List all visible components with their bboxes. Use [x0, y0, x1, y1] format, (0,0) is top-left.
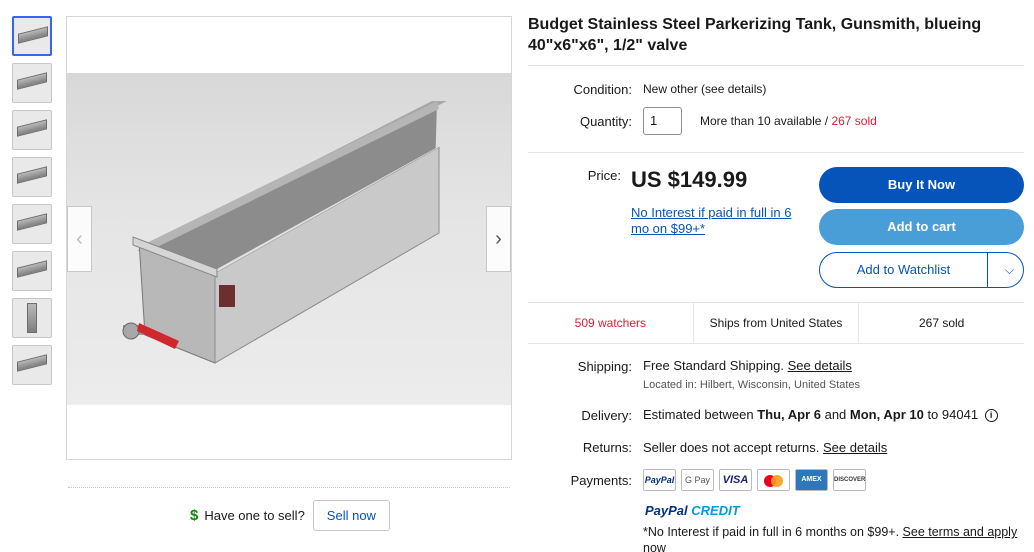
shipping-label: Shipping: [577, 359, 632, 374]
paypal-credit-word-1: PayPal [645, 503, 688, 518]
stainless-tank-image [122, 101, 447, 364]
info-icon[interactable]: i [984, 409, 998, 422]
amex-icon: AMEX [795, 469, 828, 491]
delivery-zip: to 94041 [923, 407, 979, 422]
discover-icon: DISCOVER [833, 469, 866, 491]
returns-label: Returns: [582, 440, 632, 455]
condition-label: Condition: [573, 82, 632, 97]
next-image-button[interactable]: › [486, 206, 511, 272]
sell-section: $ Have one to sell? Sell now [190, 500, 390, 531]
divider [68, 487, 510, 488]
condition-value: New other (see details) [643, 82, 767, 96]
thumbnail-5[interactable] [12, 204, 52, 244]
quantity-input[interactable]: 1 [643, 107, 682, 135]
thumbnail-3[interactable] [12, 110, 52, 150]
thumbnail-4[interactable] [12, 157, 52, 197]
availability-separator: / [821, 114, 832, 128]
paypal-credit-terms: *No Interest if paid in full in 6 months… [643, 524, 1028, 552]
listing-title: Budget Stainless Steel Parkerizing Tank,… [528, 16, 982, 54]
visa-icon: VISA [719, 469, 752, 491]
sold-count: 267 sold [831, 114, 877, 128]
divider [987, 253, 988, 287]
listing-stats: 509 watchers Ships from United States 26… [528, 302, 1024, 344]
product-photo[interactable] [67, 73, 511, 405]
delivery-start: Thu, Apr 6 [757, 407, 821, 422]
watchlist-label: Add to Watchlist [856, 262, 951, 277]
payments-label: Payments: [570, 473, 632, 488]
divider [528, 152, 1024, 153]
payment-methods: PayPal G Pay VISA AMEX DISCOVER [643, 469, 866, 491]
availability-text: More than 10 available / 267 sold [700, 114, 877, 128]
thumbnail-6[interactable] [12, 251, 52, 291]
delivery-prefix: Estimated between [643, 407, 758, 422]
returns-text: Seller does not accept returns. [643, 440, 820, 455]
watchers-count: 509 watchers [528, 303, 694, 343]
delivery-middle: and [820, 407, 850, 422]
sell-prompt: Have one to sell? [204, 508, 305, 523]
shipping-value: Free Standard Shipping. See details [643, 358, 852, 373]
chevron-right-icon: › [495, 228, 502, 250]
quantity-label: Quantity: [579, 114, 632, 129]
price-value: US $149.99 [631, 167, 748, 192]
returns-details-link[interactable]: See details [823, 440, 887, 455]
buy-it-now-button[interactable]: Buy It Now [819, 167, 1024, 203]
paypal-credit-word-2: CREDIT [691, 503, 740, 518]
sold-stat: 267 sold [918, 316, 965, 330]
shipping-text: Free Standard Shipping. [643, 358, 784, 373]
ships-from: Ships from United States [694, 303, 860, 343]
thumbnail-8[interactable] [12, 345, 52, 385]
thumbnail-strip [12, 16, 52, 392]
main-image-frame: ‹ › [66, 16, 512, 460]
previous-image-button[interactable]: ‹ [67, 206, 92, 272]
delivery-end: Mon, Apr 10 [849, 407, 924, 422]
thumbnail-1[interactable] [12, 16, 52, 56]
terms-text: *No Interest if paid in full in 6 months… [643, 525, 900, 539]
delivery-label: Delivery: [581, 408, 632, 423]
paypal-credit-logo: PayPal CREDIT [645, 503, 740, 518]
sell-now-button[interactable]: Sell now [312, 500, 390, 531]
returns-value: Seller does not accept returns. See deta… [643, 440, 887, 455]
google-pay-icon: G Pay [681, 469, 714, 491]
availability: More than 10 available [700, 114, 822, 128]
shipping-details-link[interactable]: See details [788, 358, 852, 373]
paypal-icon: PayPal [643, 469, 676, 491]
chevron-down-icon[interactable]: ⌵ [1005, 253, 1014, 287]
thumbnail-7[interactable] [12, 298, 52, 338]
item-location: Located in: Hilbert, Wisconsin, United S… [643, 379, 861, 391]
add-to-watchlist-button[interactable]: Add to Watchlist ⌵ [819, 252, 1024, 288]
thumbnail-2[interactable] [12, 63, 52, 103]
mastercard-icon [757, 469, 790, 491]
no-interest-link[interactable]: No Interest if paid in full in 6 mo on $… [631, 205, 806, 237]
add-to-cart-button[interactable]: Add to cart [819, 209, 1024, 245]
chevron-left-icon: ‹ [76, 228, 83, 250]
divider [528, 65, 1024, 66]
delivery-value: Estimated between Thu, Apr 6 and Mon, Ap… [643, 407, 998, 422]
dollar-icon: $ [190, 507, 199, 524]
price-label: Price: [587, 168, 621, 183]
